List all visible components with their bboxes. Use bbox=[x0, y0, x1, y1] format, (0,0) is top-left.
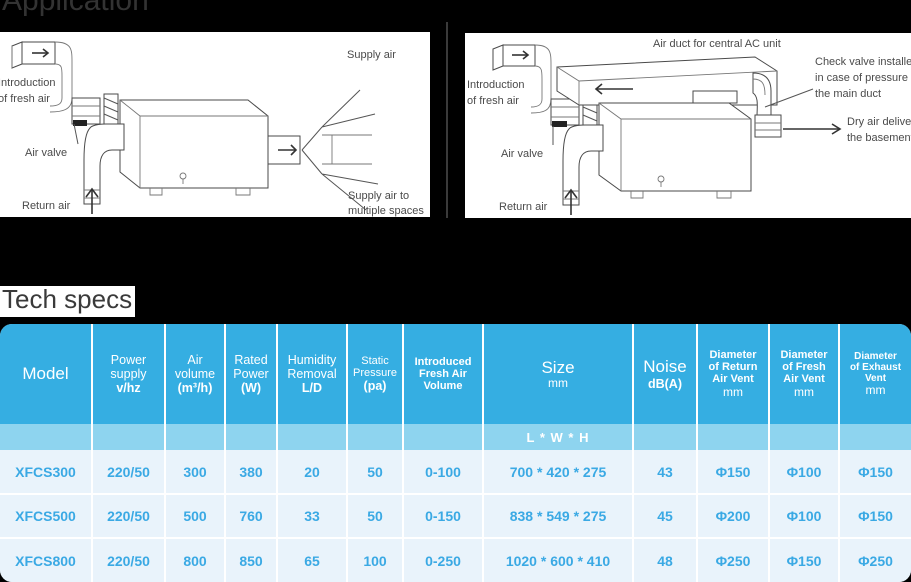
subheader-introduced-fresh-air-volume bbox=[403, 424, 484, 450]
cell-power-supply: 220/50 bbox=[92, 450, 166, 495]
cell-power-supply: 220/50 bbox=[92, 494, 166, 539]
cell-introduced-fresh-air-volume: 0-100 bbox=[403, 450, 484, 495]
cell-noise: 45 bbox=[633, 494, 698, 539]
cell-noise: 48 bbox=[633, 538, 698, 582]
cell-diameter-return-air-vent: Φ250 bbox=[697, 538, 770, 582]
dry-air-outlet-arrow bbox=[783, 123, 842, 135]
cell-size: 1020 * 600 * 410 bbox=[483, 538, 634, 582]
cell-diameter-fresh-air-vent: Φ100 bbox=[769, 450, 840, 495]
cell-size: 700 * 420 * 275 bbox=[483, 450, 634, 495]
cell-static-pressure: 100 bbox=[347, 538, 404, 582]
header-noise: Noise dB(A) bbox=[633, 324, 698, 424]
cell-model: XFCS300 bbox=[0, 450, 93, 495]
header-introduced-fresh-air-volume: Introduced Fresh Air Volume bbox=[403, 324, 484, 424]
label-air-duct-central-ac: Air duct for central AC unit bbox=[653, 38, 781, 50]
label-return-air-right: Return air bbox=[499, 201, 548, 213]
page-title-text: Application bbox=[2, 0, 148, 17]
cell-diameter-return-air-vent: Φ150 bbox=[697, 450, 770, 495]
tech-specs-heading-text: Tech specs bbox=[2, 286, 133, 314]
cell-static-pressure: 50 bbox=[347, 450, 404, 495]
subheader-power-supply bbox=[92, 424, 166, 450]
diagram-right-panel: Air duct for central AC unit Introductio… bbox=[465, 33, 911, 218]
table-row: XFCS300 220/50 300 380 20 50 0-100 700 *… bbox=[0, 450, 911, 495]
diagram-left-panel: Introduction of fresh air Air valve Retu… bbox=[0, 32, 430, 217]
cell-diameter-fresh-air-vent: Φ100 bbox=[769, 494, 840, 539]
label-introduction-fresh-air-2-right: of fresh air bbox=[467, 95, 519, 107]
subheader-static-pressure bbox=[347, 424, 404, 450]
table-header-row: Model Power supply v/hz Air volume (m³/h… bbox=[0, 324, 911, 424]
tech-specs-table: Model Power supply v/hz Air volume (m³/h… bbox=[0, 324, 911, 582]
header-diameter-return-air-vent: Diameter of Return Air Vent mm bbox=[697, 324, 770, 424]
cell-size: 838 * 549 * 275 bbox=[483, 494, 634, 539]
cell-diameter-exhaust-vent: Φ150 bbox=[839, 450, 911, 495]
subheader-model bbox=[0, 424, 93, 450]
label-supply-air-multiple-2: multiple spaces bbox=[348, 205, 424, 217]
subheader-rated-power bbox=[225, 424, 278, 450]
cell-power-supply: 220/50 bbox=[92, 538, 166, 582]
cell-rated-power: 850 bbox=[225, 538, 278, 582]
label-return-air: Return air bbox=[22, 200, 71, 212]
cell-humidity-removal: 33 bbox=[277, 494, 348, 539]
subheader-noise bbox=[633, 424, 698, 450]
cell-static-pressure: 50 bbox=[347, 494, 404, 539]
cell-diameter-exhaust-vent: Φ250 bbox=[839, 538, 911, 582]
label-air-valve-right: Air valve bbox=[501, 148, 543, 160]
cell-air-volume: 500 bbox=[165, 494, 226, 539]
cell-rated-power: 760 bbox=[225, 494, 278, 539]
cell-diameter-fresh-air-vent: Φ150 bbox=[769, 538, 840, 582]
label-introduction-fresh-air-1-right: Introduction bbox=[467, 79, 524, 91]
cell-humidity-removal: 20 bbox=[277, 450, 348, 495]
subheader-air-volume bbox=[165, 424, 226, 450]
subheader-diameter-return-air-vent bbox=[697, 424, 770, 450]
cell-introduced-fresh-air-volume: 0-150 bbox=[403, 494, 484, 539]
label-check-valve-3: the main duct bbox=[815, 88, 881, 100]
header-power-supply: Power supply v/hz bbox=[92, 324, 166, 424]
cell-humidity-removal: 65 bbox=[277, 538, 348, 582]
label-supply-air: Supply air bbox=[347, 49, 396, 61]
cell-model: XFCS800 bbox=[0, 538, 93, 582]
table-row: XFCS500 220/50 500 760 33 50 0-150 838 *… bbox=[0, 494, 911, 539]
cell-air-volume: 300 bbox=[165, 450, 226, 495]
subheader-diameter-exhaust-vent bbox=[839, 424, 911, 450]
header-static-pressure: Static Pressure (pa) bbox=[347, 324, 404, 424]
header-diameter-fresh-air-vent: Diameter of Fresh Air Vent mm bbox=[769, 324, 840, 424]
subheader-size-formula: L * W * H bbox=[483, 424, 634, 450]
header-model: Model bbox=[0, 324, 93, 424]
cell-model: XFCS500 bbox=[0, 494, 93, 539]
header-diameter-exhaust-vent: Diameter of Exhaust Vent mm bbox=[839, 324, 911, 424]
tech-specs-heading: Tech specs bbox=[0, 286, 135, 317]
label-dry-air-1: Dry air delivered to bbox=[847, 116, 911, 128]
diagram-divider bbox=[446, 22, 448, 218]
right-panel-top-bar bbox=[465, 26, 750, 33]
label-check-valve-2: in case of pressure in bbox=[815, 72, 911, 84]
table-row: XFCS800 220/50 800 850 65 100 0-250 1020… bbox=[0, 538, 911, 582]
header-rated-power: Rated Power (W) bbox=[225, 324, 278, 424]
subheader-humidity-removal bbox=[277, 424, 348, 450]
header-air-volume: Air volume (m³/h) bbox=[165, 324, 226, 424]
cell-rated-power: 380 bbox=[225, 450, 278, 495]
cell-introduced-fresh-air-volume: 0-250 bbox=[403, 538, 484, 582]
left-panel-top-bar bbox=[370, 25, 445, 32]
label-introduction-fresh-air-2: of fresh air bbox=[0, 93, 50, 105]
label-introduction-fresh-air-1: Introduction bbox=[0, 77, 55, 89]
label-dry-air-2: the basement bbox=[847, 132, 911, 144]
cell-noise: 43 bbox=[633, 450, 698, 495]
label-check-valve-1: Check valve installed bbox=[815, 56, 911, 68]
header-size: Size mm bbox=[483, 324, 634, 424]
cell-diameter-return-air-vent: Φ200 bbox=[697, 494, 770, 539]
label-supply-air-multiple-1: Supply air to bbox=[348, 190, 409, 202]
table-subheader-row: L * W * H bbox=[0, 424, 911, 450]
header-humidity-removal: Humidity Removal L/D bbox=[277, 324, 348, 424]
label-air-valve: Air valve bbox=[25, 147, 67, 159]
page-title: Application bbox=[0, 0, 148, 20]
subheader-diameter-fresh-air-vent bbox=[769, 424, 840, 450]
cell-air-volume: 800 bbox=[165, 538, 226, 582]
cell-diameter-exhaust-vent: Φ150 bbox=[839, 494, 911, 539]
